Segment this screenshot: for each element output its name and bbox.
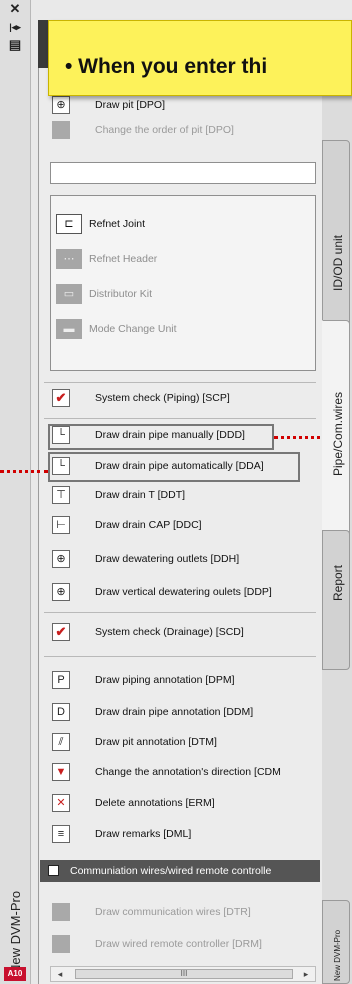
mode-change-unit-button: ▬ Mode Change Unit bbox=[56, 317, 311, 343]
draw-drain-cap-button[interactable]: ⊢ Draw drain CAP [DDC] bbox=[38, 515, 322, 537]
draw-piping-annotation-button[interactable]: P Draw piping annotation [DPM] bbox=[38, 670, 322, 692]
callout-connector-dots-left bbox=[0, 470, 48, 473]
draw-vertical-dewatering-button[interactable]: ⊕ Draw vertical dewatering oulets [DDP] bbox=[38, 582, 322, 604]
comm-wires-icon bbox=[52, 903, 70, 921]
pit-annotation-icon: ⫽ bbox=[52, 733, 70, 751]
annotation-direction-icon: ▼ bbox=[52, 763, 70, 781]
refnet-group: ⊏ Refnet Joint ⋯ Refnet Header ▭ Distrib… bbox=[50, 195, 316, 371]
change-annotation-direction-button[interactable]: ▼ Change the annotation's direction [CDM bbox=[38, 762, 322, 784]
horizontal-scrollbar[interactable]: ◂ III ▸ bbox=[50, 966, 316, 982]
circle-cross-icon: ⊕ bbox=[52, 96, 70, 114]
highlight-drain-manual bbox=[48, 424, 274, 450]
instruction-callout: • When you enter thi bbox=[48, 20, 352, 96]
system-check-piping-button[interactable]: ✔ System check (Piping) [SCP] bbox=[38, 388, 322, 410]
delete-annotations-button[interactable]: ✕ Delete annotations [ERM] bbox=[38, 793, 322, 815]
palette-vertical-title: New DVM-Pro bbox=[8, 890, 23, 974]
draw-drain-t-button[interactable]: ⊤ Draw drain T [DDT] bbox=[38, 485, 322, 507]
draw-pit-button[interactable]: ⊕ Draw pit [DPO] bbox=[38, 95, 322, 117]
piping-annotation-icon: P bbox=[52, 671, 70, 689]
app-logo-icon: A10 bbox=[4, 967, 26, 981]
draw-wired-remote-button: Draw wired remote controller [DRM] bbox=[38, 934, 322, 956]
highlight-drain-auto bbox=[48, 452, 300, 482]
refnet-joint-button[interactable]: ⊏ Refnet Joint bbox=[56, 212, 311, 238]
draw-drain-annotation-button[interactable]: D Draw drain pipe annotation [DDM] bbox=[38, 702, 322, 724]
remarks-icon: ≡ bbox=[52, 825, 70, 843]
system-check-drainage-button[interactable]: ✔ System check (Drainage) [SCD] bbox=[38, 622, 322, 644]
distributor-kit-icon: ▭ bbox=[56, 284, 82, 304]
refnet-header-icon: ⋯ bbox=[56, 249, 82, 269]
vertical-dewatering-icon: ⊕ bbox=[52, 583, 70, 601]
tab-idod-unit[interactable]: ID/OD unit bbox=[322, 140, 350, 330]
draw-dewatering-outlets-button[interactable]: ⊕ Draw dewatering outlets [DDH] bbox=[38, 549, 322, 571]
drain-t-icon: ⊤ bbox=[52, 486, 70, 504]
change-pit-order-button: Change the order of pit [DPO] bbox=[38, 120, 322, 142]
tab-report[interactable]: Report bbox=[322, 530, 350, 670]
scroll-thumb[interactable]: III bbox=[75, 969, 293, 979]
tab-pipe-com-wires[interactable]: Pipe/Com.wires bbox=[322, 320, 350, 540]
draw-remarks-button[interactable]: ≡ Draw remarks [DML] bbox=[38, 824, 322, 846]
pipe-type-dropdown[interactable] bbox=[50, 162, 316, 184]
draw-pit-annotation-button[interactable]: ⫽ Draw pit annotation [DTM] bbox=[38, 732, 322, 754]
close-icon[interactable]: ✕ bbox=[7, 2, 23, 16]
wired-remote-icon bbox=[52, 935, 70, 953]
red-check-icon: ✔ bbox=[52, 623, 70, 641]
separator bbox=[44, 656, 316, 657]
separator bbox=[44, 418, 316, 419]
comm-wires-section-header[interactable]: Communiation wires/wired remote controll… bbox=[40, 860, 320, 882]
palette-title-strip: ✕ |◂▸ ▤ New DVM-Pro A10 bbox=[0, 0, 31, 984]
pit-order-icon bbox=[52, 121, 70, 139]
mode-change-unit-icon: ▬ bbox=[56, 319, 82, 339]
separator bbox=[44, 382, 316, 383]
scroll-right-icon[interactable]: ▸ bbox=[299, 968, 313, 980]
palette-tabs: ID/OD unit Pipe/Com.wires Report New DVM… bbox=[322, 20, 352, 984]
tab-new-dvm-pro[interactable]: New DVM-Pro bbox=[322, 900, 350, 984]
draw-comm-wires-button: Draw communication wires [DTR] bbox=[38, 902, 322, 924]
refnet-joint-icon: ⊏ bbox=[56, 214, 82, 234]
auto-hide-icon[interactable]: |◂▸ bbox=[7, 20, 23, 34]
refnet-header-button: ⋯ Refnet Header bbox=[56, 247, 311, 273]
drain-cap-icon: ⊢ bbox=[52, 516, 70, 534]
red-check-icon: ✔ bbox=[52, 389, 70, 407]
drain-annotation-icon: D bbox=[52, 703, 70, 721]
delete-annotation-icon: ✕ bbox=[52, 794, 70, 812]
properties-icon[interactable]: ▤ bbox=[7, 38, 23, 52]
scroll-left-icon[interactable]: ◂ bbox=[53, 968, 67, 980]
distributor-kit-button: ▭ Distributor Kit bbox=[56, 282, 311, 308]
section-toggle-checkbox[interactable] bbox=[48, 865, 59, 876]
dewatering-outlet-icon: ⊕ bbox=[52, 550, 70, 568]
separator bbox=[44, 612, 316, 613]
